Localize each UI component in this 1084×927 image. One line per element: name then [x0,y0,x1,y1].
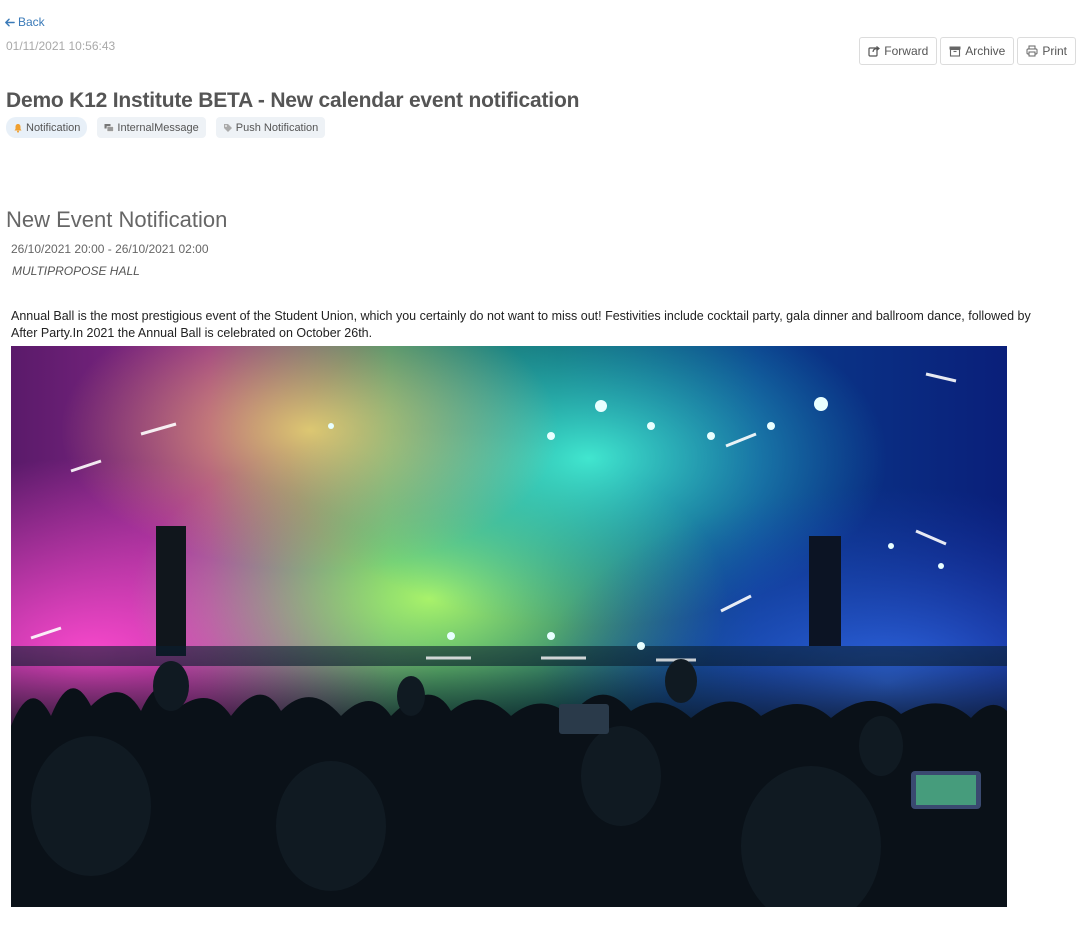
event-description: Annual Ball is the most prestigious even… [11,309,1031,340]
archive-label: Archive [965,44,1006,58]
tag-label: InternalMessage [117,121,199,134]
tag-icon [223,123,232,132]
archive-button[interactable]: Archive [940,37,1015,65]
share-icon [868,46,881,57]
tag-label: Push Notification [235,121,319,134]
bell-icon [14,123,22,133]
tag-push-notification: Push Notification [215,117,326,138]
event-image [11,346,1007,907]
tag-notification: Notification [6,117,88,138]
forward-button[interactable]: Forward [859,37,938,65]
print-button[interactable]: Print [1017,37,1076,65]
printer-icon [1026,45,1038,57]
event-heading: New Event Notification [6,207,228,232]
back-label: Back [18,15,45,29]
message-title: Demo K12 Institute BETA - New calendar e… [6,89,580,112]
event-date-range: 26/10/2021 20:00 - 26/10/2021 02:00 [11,242,209,256]
tag-label: Notification [26,121,81,134]
message-timestamp: 01/11/2021 10:56:43 [6,39,116,53]
print-label: Print [1042,44,1067,58]
tag-internal-message: InternalMessage [97,117,206,138]
event-location: MULTIPROPOSE HALL [12,264,140,278]
archive-icon [949,46,961,57]
back-link[interactable]: Back [4,15,45,29]
tag-list: Notification InternalMessage Push Notifi… [6,117,326,138]
arrow-left-icon [5,18,15,26]
messages-icon [104,123,115,132]
concert-crowd-photo [11,346,1007,907]
forward-label: Forward [884,44,929,58]
message-toolbar: Forward Archive Print [859,37,1076,65]
